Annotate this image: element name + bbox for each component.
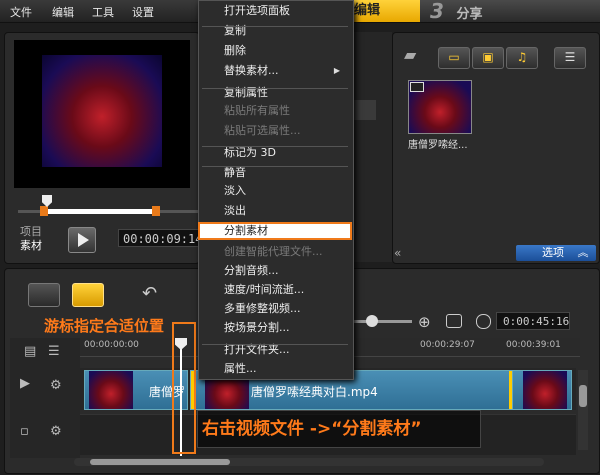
context-menu-separator: [202, 344, 348, 345]
context-menu-item-label: 粘贴所有属性: [224, 104, 290, 117]
play-button[interactable]: [68, 227, 96, 253]
context-menu-item-label: 按场景分割...: [224, 321, 290, 334]
mode-clip[interactable]: 素材: [20, 239, 42, 253]
context-menu-item[interactable]: 按场景分割...: [224, 318, 348, 337]
context-menu-item-label: 属性...: [224, 362, 257, 375]
menu-settings[interactable]: 设置: [132, 4, 154, 20]
undo-icon[interactable]: ↶: [142, 283, 157, 304]
chevron-up-icon: ︽: [577, 246, 589, 259]
overlay-track-icon: ⚙: [50, 424, 62, 439]
context-menu-item-label: 静音: [224, 166, 246, 179]
zoom-slider-knob[interactable]: [366, 315, 378, 327]
context-menu-item[interactable]: 分割素材: [224, 221, 348, 240]
preview-mode-selector: 项目 素材: [20, 225, 42, 253]
storyboard-view-button[interactable]: [28, 283, 60, 307]
context-menu-item[interactable]: 淡入: [224, 181, 348, 200]
context-menu-item[interactable]: 复制: [224, 21, 348, 40]
context-menu-item-label: 创建智能代理文件...: [224, 245, 323, 258]
context-menu-item[interactable]: 删除: [224, 41, 348, 60]
context-menu-item-label: 多重修整视频...: [224, 302, 301, 315]
film-icon: [410, 82, 424, 92]
list-view-icon[interactable]: ☰: [554, 47, 586, 69]
clip-label: 唐僧罗嗦经典对白.mp4: [251, 385, 378, 399]
video-track-icon[interactable]: ▶: [20, 376, 30, 391]
context-menu-item-label: 粘贴可选属性...: [224, 124, 301, 137]
timeline-view-button[interactable]: [72, 283, 104, 307]
context-menu-item-label: 淡出: [224, 204, 246, 217]
context-menu-item[interactable]: 复制属性: [224, 83, 348, 102]
track-manager-icon[interactable]: ▤: [24, 344, 36, 359]
tab-edit[interactable]: 2 编辑: [348, 0, 420, 22]
context-menu-separator: [202, 26, 348, 27]
context-menu-item-label: 标记为 3D: [224, 146, 276, 159]
track-header: ▤ ☰ ▶ ⚙ ▫ ⚙: [10, 338, 80, 458]
submenu-arrow-icon: ▶: [333, 66, 340, 75]
lock-icon[interactable]: ▫: [20, 424, 29, 439]
ruler-tick-label: 00:00:00:00: [84, 340, 139, 350]
context-menu-item[interactable]: 打开选项面板: [224, 1, 348, 20]
context-menu-item-label: 分割音频...: [224, 264, 279, 277]
mode-project[interactable]: 项目: [20, 225, 42, 239]
options-panel-strip: [352, 100, 376, 120]
context-menu-item[interactable]: 速度/时间流逝...: [224, 280, 348, 299]
timeline-clip[interactable]: [512, 370, 572, 410]
context-menu-item: 粘贴所有属性: [224, 101, 348, 120]
context-menu-item: 创建智能代理文件...: [224, 242, 348, 261]
chapter-icon[interactable]: ☰: [48, 344, 60, 359]
menu-tools[interactable]: 工具: [92, 4, 114, 20]
context-menu-item-label: 淡入: [224, 184, 246, 197]
clip-thumbnail: [89, 371, 133, 409]
project-duration[interactable]: 0:00:45:16: [496, 312, 570, 330]
annotation-action-note: 右击视频文件 ->“分割素材”: [202, 419, 422, 439]
film-reel-icon: ⚙: [50, 378, 62, 393]
tab-share[interactable]: 3 分享: [420, 0, 600, 22]
collapse-icon[interactable]: «: [394, 246, 401, 260]
context-menu-item[interactable]: 多重修整视频...: [224, 299, 348, 318]
video-frame: [42, 55, 162, 167]
annotation-playhead-note: 游标指定合适位置: [44, 317, 165, 335]
tab-share-step: 3: [430, 0, 444, 23]
fit-project-icon[interactable]: [446, 314, 462, 328]
clock-icon: [476, 314, 491, 329]
annotation-playhead-box: [172, 322, 196, 454]
options-button[interactable]: 选项 ︽: [516, 245, 596, 261]
context-menu-item-label: 速度/时间流逝...: [224, 283, 305, 296]
context-menu-separator: [202, 166, 348, 167]
tab-share-label: 分享: [456, 7, 483, 22]
context-menu-item-label: 替换素材...: [224, 64, 279, 77]
context-menu-separator: [202, 146, 348, 147]
trim-out-handle[interactable]: [152, 206, 160, 216]
horizontal-scroll-thumb[interactable]: [90, 459, 230, 465]
folder-icon[interactable]: ▰: [404, 47, 422, 63]
video-filter-icon[interactable]: ▭: [438, 47, 470, 69]
context-menu-item[interactable]: 淡出: [224, 201, 348, 220]
zoom-in-icon[interactable]: ⊕: [418, 313, 431, 331]
context-menu-item-label: 打开选项面板: [224, 4, 290, 17]
ruler-tick-label: 00:00:29:07: [420, 340, 475, 350]
vertical-scroll-thumb[interactable]: [579, 385, 587, 407]
context-menu-item-label: 分割素材: [224, 224, 268, 237]
menu-file[interactable]: 文件: [10, 4, 32, 20]
context-menu-item[interactable]: 分割音频...: [224, 261, 348, 280]
library-thumbnail-label: 唐僧罗嗦经...: [408, 140, 468, 151]
trim-in-handle[interactable]: [40, 206, 48, 216]
context-menu-item: 粘贴可选属性...: [224, 121, 348, 140]
vertical-scrollbar[interactable]: [578, 370, 588, 450]
music-filter-icon[interactable]: ♫: [506, 47, 538, 69]
options-panel-area: [352, 32, 392, 262]
context-menu-separator: [202, 88, 348, 89]
trim-range[interactable]: [46, 209, 156, 214]
context-menu-item[interactable]: 打开文件夹...: [224, 340, 348, 359]
clip-thumbnail: [523, 371, 567, 409]
menu-edit[interactable]: 编辑: [52, 4, 74, 20]
preview-timecode[interactable]: 00:00:09:14: [118, 229, 200, 247]
photo-filter-icon[interactable]: ▣: [472, 47, 504, 69]
ruler-tick-label: 00:00:39:01: [506, 340, 561, 350]
context-menu-item-label: 删除: [224, 44, 246, 57]
tab-edit-label: 编辑: [354, 3, 381, 18]
context-menu-item[interactable]: 属性...: [224, 359, 348, 378]
options-label: 选项: [542, 246, 564, 259]
context-menu-item[interactable]: 替换素材... ▶: [224, 61, 348, 80]
